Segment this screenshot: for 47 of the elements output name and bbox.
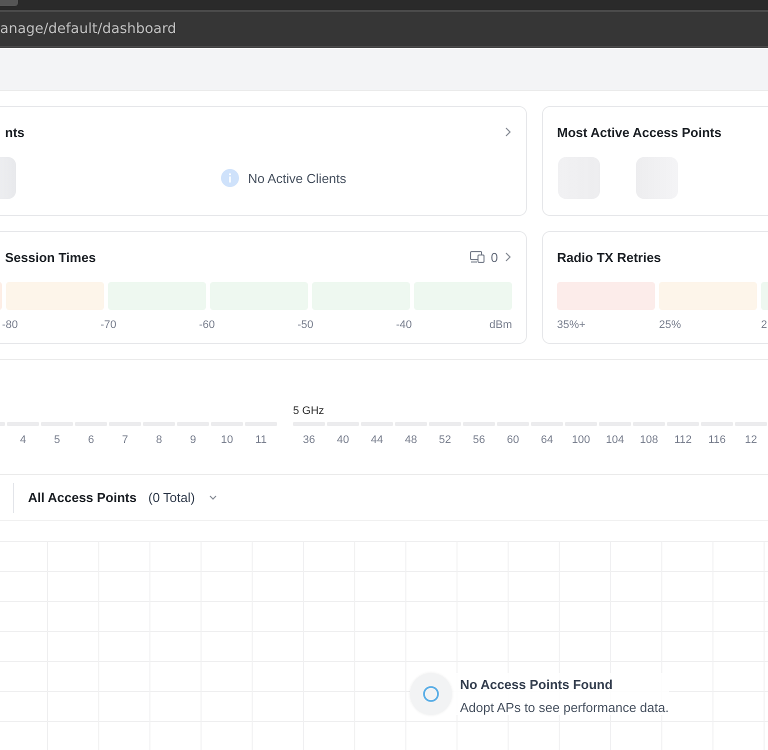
- scale-label: -80: [2, 318, 19, 332]
- scale-label: -60: [199, 318, 216, 332]
- channel-label: 12: [744, 434, 758, 446]
- channel-label: 4: [20, 434, 26, 446]
- card-title: Session Times: [5, 250, 96, 264]
- channel-label: 64: [540, 434, 554, 446]
- scale-unit: dBm: [489, 318, 512, 332]
- channel-label: 8: [156, 434, 162, 446]
- empty-message: Adopt APs to see performance data.: [460, 700, 669, 715]
- channel-label: 36: [302, 434, 316, 446]
- empty-message: No Active Clients: [248, 170, 346, 186]
- scale-label: -40: [396, 318, 413, 332]
- chevron-down-icon[interactable]: [208, 492, 217, 502]
- channel-label: 6: [88, 434, 94, 446]
- channel-label: 11: [255, 434, 267, 446]
- access-points-dropdown[interactable]: All Access Points (0 Total): [28, 490, 217, 505]
- card-title: nts: [5, 124, 24, 140]
- card-title: Most Active Access Points: [557, 124, 722, 140]
- band-label: 5 GHz: [293, 405, 326, 417]
- channel-label: 60: [506, 434, 520, 446]
- scale-label: 35%+: [557, 318, 586, 332]
- card-title: Radio TX Retries: [557, 250, 662, 264]
- channel-label: 44: [370, 434, 384, 446]
- channel-label: 5: [54, 434, 60, 446]
- channel-label: 104: [606, 434, 624, 446]
- channel-label: 48: [404, 434, 418, 446]
- channel-label: 7: [122, 434, 128, 446]
- channel-label: 9: [190, 434, 196, 446]
- channel-label: 112: [674, 434, 692, 446]
- chevron-right-icon[interactable]: [504, 252, 512, 262]
- channel-label: 52: [438, 434, 452, 446]
- channel-label: 108: [640, 434, 658, 446]
- scale-label: -50: [298, 318, 314, 332]
- devices-icon: [470, 251, 485, 263]
- channel-label: 116: [708, 434, 726, 446]
- channel-label: 10: [220, 434, 234, 446]
- device-count: 0: [490, 250, 498, 264]
- channel-label: 40: [336, 434, 350, 446]
- scale-label: 2: [761, 318, 768, 332]
- info-icon: [221, 169, 239, 187]
- empty-title: No Access Points Found: [460, 677, 614, 692]
- address-bar[interactable]: anage/default/dashboard: [0, 10, 768, 48]
- scale-label: 25%: [659, 318, 682, 332]
- chevron-right-icon[interactable]: [504, 127, 512, 137]
- channel-label: 100: [572, 434, 590, 446]
- channel-label: 56: [472, 434, 486, 446]
- scale-label: -70: [100, 318, 118, 332]
